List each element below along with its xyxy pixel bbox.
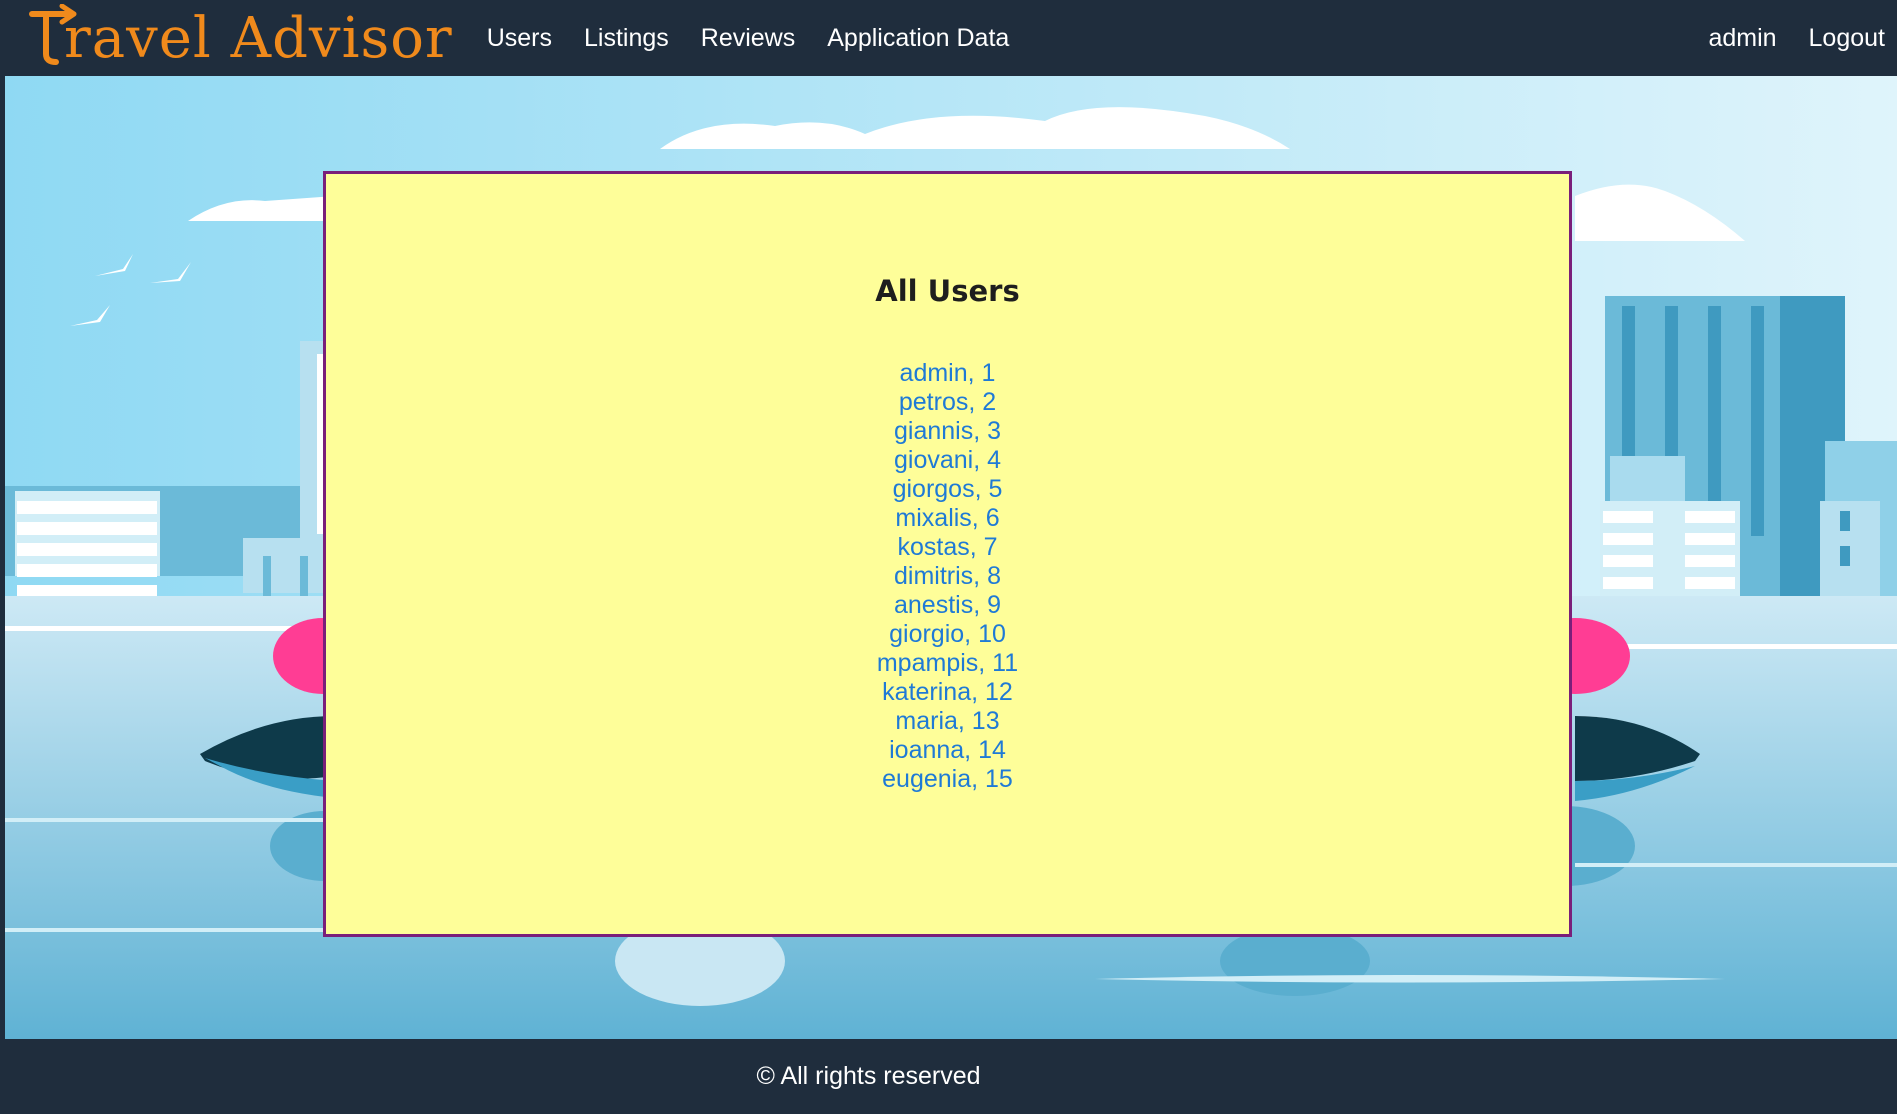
- user-link-giannis[interactable]: giannis, 3: [326, 417, 1569, 446]
- user-link-anestis[interactable]: anestis, 9: [326, 591, 1569, 620]
- user-link-giovani[interactable]: giovani, 4: [326, 446, 1569, 475]
- user-link-mixalis[interactable]: mixalis, 6: [326, 504, 1569, 533]
- user-link-katerina[interactable]: katerina, 12: [326, 678, 1569, 707]
- nav-logout-link[interactable]: Logout: [1809, 24, 1885, 53]
- plane-arrow-icon: [29, 4, 77, 65]
- user-link-giorgio[interactable]: giorgio, 10: [326, 620, 1569, 649]
- nav-admin-link[interactable]: admin: [1708, 24, 1776, 53]
- user-link-maria[interactable]: maria, 13: [326, 707, 1569, 736]
- user-link-eugenia[interactable]: eugenia, 15: [326, 765, 1569, 794]
- user-link-mpampis[interactable]: mpampis, 11: [326, 649, 1569, 678]
- footer-copyright: © All rights reserved: [756, 1062, 981, 1090]
- nav-listings-link[interactable]: Listings: [584, 24, 669, 53]
- user-link-petros[interactable]: petros, 2: [326, 388, 1569, 417]
- all-users-card: All Users admin, 1 petros, 2 giannis, 3 …: [323, 171, 1572, 937]
- page-title: All Users: [875, 274, 1020, 308]
- nav-application-data-link[interactable]: Application Data: [827, 24, 1009, 53]
- user-list: admin, 1 petros, 2 giannis, 3 giovani, 4…: [326, 359, 1569, 794]
- brand-name: ravel Advisor: [64, 5, 453, 71]
- top-navbar: ravel Advisor Users Listings Reviews App…: [0, 0, 1897, 76]
- brand-logo[interactable]: ravel Advisor: [29, 0, 453, 76]
- user-link-admin[interactable]: admin, 1: [326, 359, 1569, 388]
- user-link-kostas[interactable]: kostas, 7: [326, 533, 1569, 562]
- nav-users-link[interactable]: Users: [487, 24, 552, 53]
- page-footer: © All rights reserved: [0, 1039, 1897, 1114]
- user-link-ioanna[interactable]: ioanna, 14: [326, 736, 1569, 765]
- nav-right: admin Logout: [1676, 0, 1885, 76]
- nav-links: Users Listings Reviews Application Data: [487, 24, 1042, 53]
- user-link-giorgos[interactable]: giorgos, 5: [326, 475, 1569, 504]
- nav-reviews-link[interactable]: Reviews: [701, 24, 795, 53]
- user-link-dimitris[interactable]: dimitris, 8: [326, 562, 1569, 591]
